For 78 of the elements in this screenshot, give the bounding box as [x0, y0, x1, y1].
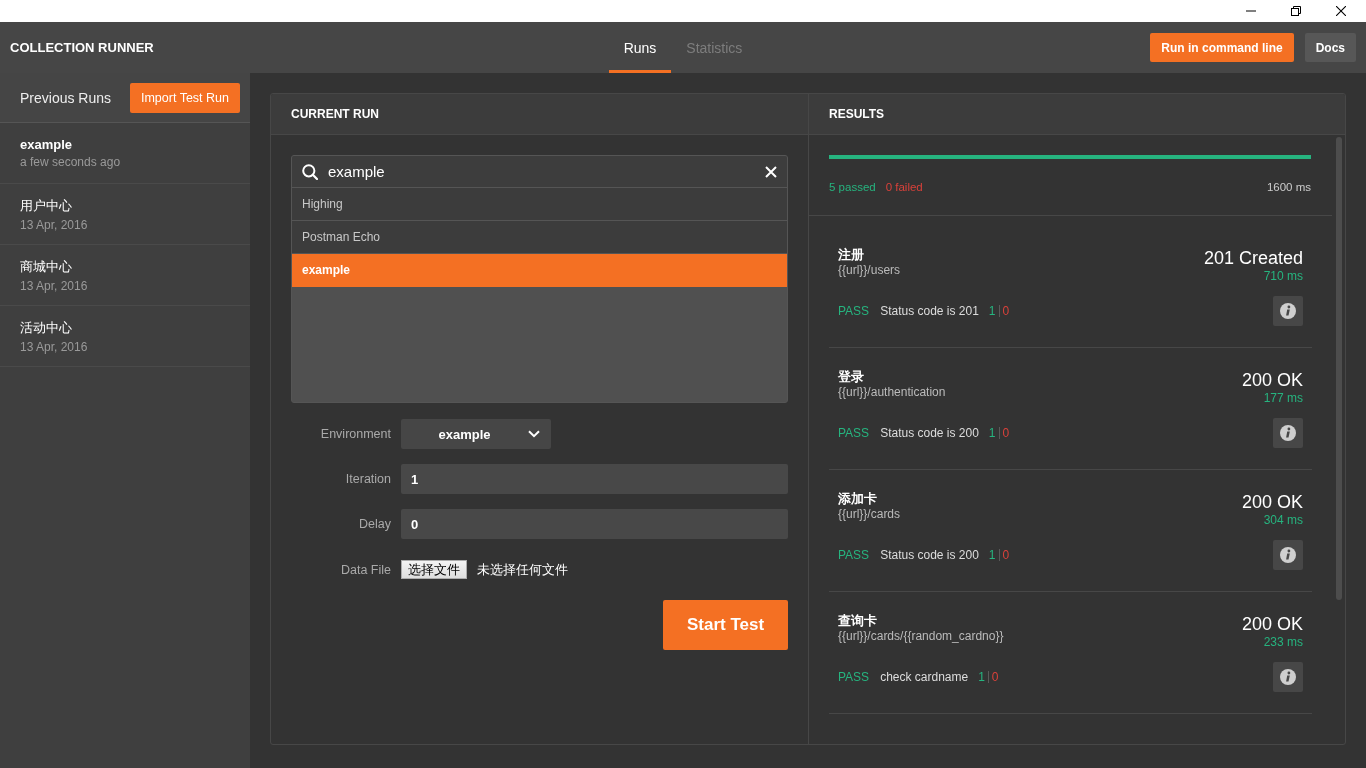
request-url: {{url}}/authentication	[838, 385, 946, 400]
run-item[interactable]: 用户中心 13 Apr, 2016	[0, 184, 250, 245]
response-time: 233 ms	[1263, 635, 1303, 650]
field-label: Environment	[320, 427, 391, 441]
choose-file-button[interactable]: 选择文件	[401, 560, 467, 579]
fail-count: 0	[1002, 548, 1010, 562]
field-label: Delay	[359, 517, 391, 531]
info-icon	[1280, 425, 1296, 441]
request-name: 注册	[838, 247, 864, 263]
test-result: PASS	[838, 426, 870, 440]
request-url: {{url}}/cards/{{random_cardno}}	[838, 629, 1004, 644]
info-icon	[1280, 669, 1296, 685]
request-name: 添加卡	[838, 491, 877, 507]
run-name: 活动中心	[20, 318, 72, 337]
response-status: 201 Created	[1203, 247, 1303, 269]
tab[interactable]: Runs	[608, 22, 672, 73]
request-url: {{url}}/users	[838, 263, 901, 278]
info-icon	[1280, 547, 1296, 563]
run-item[interactable]: 商城中心 13 Apr, 2016	[0, 245, 250, 306]
run-name: 用户中心	[20, 196, 72, 215]
info-button[interactable]	[1273, 540, 1303, 570]
app-title: COLLECTION RUNNER	[10, 40, 154, 55]
test-name: Status code is 200	[880, 426, 979, 440]
test-result: PASS	[838, 304, 870, 318]
environment-select[interactable]: example	[401, 419, 551, 449]
info-icon	[1280, 303, 1296, 319]
pass-count: 1	[988, 426, 996, 440]
run-name: example	[20, 137, 73, 152]
sidebar-title: Previous Runs	[20, 89, 112, 106]
fail-count: 0	[1002, 304, 1010, 318]
panel-title: RESULTS	[829, 107, 885, 121]
run-item[interactable]: example a few seconds ago	[0, 123, 250, 184]
response-time: 710 ms	[1263, 269, 1303, 284]
test-name: Status code is 201	[880, 304, 979, 318]
test-result: PASS	[838, 670, 870, 684]
failed-count: 0 failed	[885, 181, 923, 193]
response-time: 304 ms	[1263, 513, 1303, 528]
fail-count: 0	[991, 670, 999, 684]
passed-count: 5 passed	[829, 181, 876, 193]
restore-icon[interactable]	[1291, 6, 1301, 16]
request-url: {{url}}/cards	[838, 507, 901, 522]
response-time: 177 ms	[1263, 391, 1303, 406]
test-name: Status code is 200	[880, 548, 979, 562]
run-item[interactable]: 活动中心 13 Apr, 2016	[0, 306, 250, 367]
run-time: 13 Apr, 2016	[20, 217, 88, 232]
run-time: a few seconds ago	[20, 155, 121, 169]
search-icon	[302, 163, 318, 180]
collection-item[interactable]: Postman Echo	[292, 221, 787, 254]
delay-input[interactable]: 0	[401, 509, 788, 539]
iteration-input[interactable]: 1	[401, 464, 788, 494]
test-result: PASS	[838, 548, 870, 562]
panel-title: CURRENT RUN	[291, 107, 379, 121]
run-time: 13 Apr, 2016	[20, 278, 88, 293]
collection-item[interactable]: Highing	[292, 188, 787, 221]
field-label: Iteration	[345, 472, 391, 486]
pass-count: 1	[988, 304, 996, 318]
search-field[interactable]: example	[292, 156, 787, 188]
pass-count: 1	[978, 670, 985, 684]
test-name: check cardname	[880, 670, 969, 684]
docs-button[interactable]: Docs	[1304, 33, 1356, 62]
total-duration: 1600 ms	[1266, 181, 1311, 193]
info-button[interactable]	[1273, 296, 1303, 326]
pass-count: 1	[988, 548, 996, 562]
response-status: 200 OK	[1241, 369, 1303, 391]
chevron-down-icon	[528, 430, 540, 438]
scrollbar-thumb[interactable]	[1336, 137, 1342, 600]
request-name: 登录	[838, 369, 864, 385]
run-time: 13 Apr, 2016	[20, 339, 88, 354]
info-button[interactable]	[1273, 662, 1303, 692]
response-status: 200 OK	[1241, 613, 1303, 635]
response-status: 200 OK	[1241, 491, 1303, 513]
close-icon[interactable]	[1336, 6, 1346, 16]
field-label: Data File	[340, 562, 391, 577]
info-button[interactable]	[1273, 418, 1303, 448]
file-status: 未选择任何文件	[477, 560, 568, 579]
run-name: 商城中心	[20, 257, 72, 276]
request-name: 查询卡	[838, 613, 877, 629]
fail-count: 0	[1002, 426, 1010, 440]
